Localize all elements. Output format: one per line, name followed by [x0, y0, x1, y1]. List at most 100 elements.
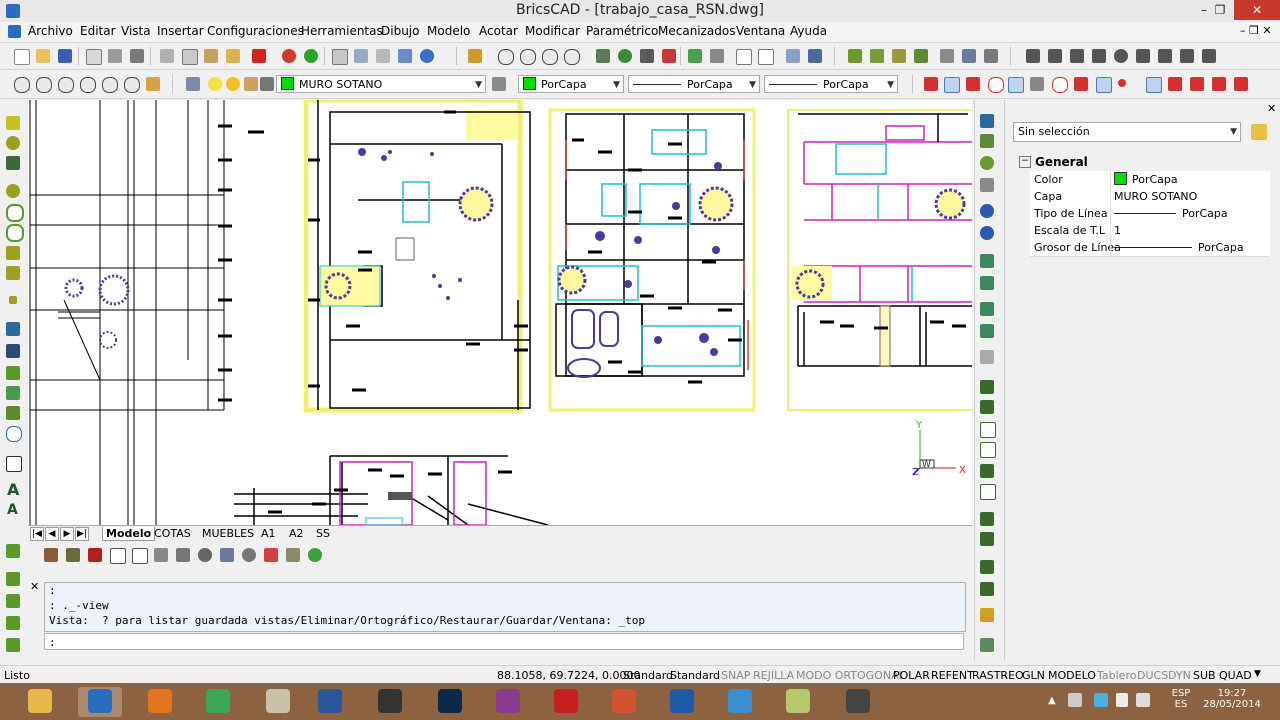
- new-icon[interactable]: [14, 49, 30, 65]
- fillet-2-icon[interactable]: [980, 532, 994, 546]
- collapse-icon[interactable]: −: [1019, 156, 1031, 168]
- array-icon[interactable]: [980, 302, 994, 316]
- array-3d-icon[interactable]: [980, 324, 994, 338]
- layer-previous-icon[interactable]: [492, 77, 506, 91]
- background-icon[interactable]: [308, 548, 322, 562]
- snap-intersection-icon[interactable]: [966, 77, 980, 91]
- move-face-icon[interactable]: [1070, 49, 1084, 63]
- zoom-object-icon[interactable]: [124, 77, 140, 93]
- snap-endpoint-icon[interactable]: [924, 77, 938, 91]
- render-settings-icon[interactable]: [44, 548, 58, 562]
- command-input[interactable]: :: [44, 633, 964, 650]
- status-textstyle[interactable]: Standard: [623, 669, 673, 682]
- rotate-icon[interactable]: [980, 204, 994, 218]
- layer-states-icon[interactable]: [688, 49, 702, 63]
- status-osnap[interactable]: REFENT: [931, 669, 974, 682]
- dim-radius-icon[interactable]: [914, 49, 928, 63]
- circle-icon[interactable]: [6, 204, 24, 222]
- snap-center-icon[interactable]: [988, 77, 1004, 93]
- hidden-icon[interactable]: [132, 548, 148, 564]
- layout-move-icon[interactable]: [6, 616, 20, 630]
- menu-dibujo[interactable]: Dibujo: [381, 24, 419, 38]
- taskbar-app[interactable]: [836, 687, 880, 717]
- snap-node-icon[interactable]: [1118, 79, 1126, 87]
- menu-ayuda[interactable]: Ayuda: [790, 24, 827, 38]
- taskbar-app[interactable]: [486, 687, 530, 717]
- menu-configuraciones[interactable]: Configuraciones: [207, 24, 304, 38]
- snap-quadrant-icon[interactable]: [1074, 77, 1088, 91]
- render-sphere-icon[interactable]: [242, 548, 256, 562]
- snap-insertion-icon[interactable]: [1096, 77, 1112, 93]
- snap-extension-icon[interactable]: [1190, 77, 1204, 91]
- tab-prev-button[interactable]: ◀: [45, 527, 59, 541]
- status-polar[interactable]: POLAR: [893, 669, 930, 682]
- snap-none-icon[interactable]: [1146, 77, 1162, 93]
- scale-icon[interactable]: [980, 350, 994, 364]
- explode-icon[interactable]: [980, 560, 994, 574]
- pen-icon[interactable]: [468, 49, 482, 63]
- polyline-icon[interactable]: [6, 266, 20, 280]
- gouraud-icon[interactable]: [198, 548, 212, 562]
- lineweight-combo[interactable]: PorCapa ▼: [764, 75, 898, 93]
- status-dimstyle[interactable]: Standard: [670, 669, 720, 682]
- menu-parametrico[interactable]: Paramétrico: [586, 24, 658, 38]
- spline-icon[interactable]: [6, 246, 20, 260]
- status-quad[interactable]: QUAD: [1219, 669, 1252, 682]
- menu-herramientas[interactable]: Herramientas: [301, 24, 383, 38]
- undo-icon[interactable]: [282, 49, 296, 63]
- viewport-icon[interactable]: [6, 544, 20, 558]
- zoom-window-icon[interactable]: [520, 49, 536, 65]
- snap-apparent-icon[interactable]: [1212, 77, 1226, 91]
- block-icon[interactable]: [786, 49, 800, 63]
- camera-icon[interactable]: [662, 49, 676, 63]
- render-icon[interactable]: [640, 49, 654, 63]
- menu-modelo[interactable]: Modelo: [427, 24, 470, 38]
- tray-network-icon[interactable]: [1094, 693, 1108, 707]
- tool-palettes-icon[interactable]: [398, 49, 412, 63]
- taskbar-app[interactable]: [308, 687, 352, 717]
- redo-icon[interactable]: [304, 49, 318, 63]
- pan-icon[interactable]: [146, 77, 160, 91]
- mirror-icon[interactable]: [980, 254, 994, 268]
- mtext-icon[interactable]: A: [7, 502, 18, 518]
- donut-icon[interactable]: [6, 224, 24, 242]
- delete-icon[interactable]: [252, 49, 266, 63]
- rectangle-icon[interactable]: [6, 156, 20, 170]
- status-tablet[interactable]: Tablero: [1097, 669, 1136, 682]
- sun-icon[interactable]: [226, 77, 240, 91]
- break-icon[interactable]: [980, 422, 996, 438]
- mirror-3d-icon[interactable]: [980, 276, 994, 290]
- render-cube-icon[interactable]: [88, 548, 102, 562]
- copy-icon[interactable]: [182, 49, 198, 65]
- print-preview-icon[interactable]: [86, 49, 102, 65]
- status-menu-chevron-icon[interactable]: ▼: [1254, 669, 1261, 679]
- push-pull-icon[interactable]: [1026, 49, 1040, 63]
- taskbar-app[interactable]: [660, 687, 704, 717]
- taskbar-app[interactable]: [428, 687, 472, 717]
- view-icon[interactable]: [596, 49, 610, 63]
- paste-icon[interactable]: [204, 49, 218, 63]
- command-close-icon[interactable]: ✕: [30, 580, 39, 593]
- tray-volume-icon[interactable]: [1136, 693, 1150, 707]
- arrow-right-icon[interactable]: [1092, 49, 1106, 63]
- tray-language[interactable]: ESP ES: [1166, 688, 1196, 710]
- arrow-left-icon[interactable]: [1136, 49, 1150, 63]
- viewport-icon[interactable]: [736, 49, 752, 65]
- zoom-in-icon[interactable]: [14, 77, 30, 93]
- dim-angle-icon[interactable]: [892, 49, 906, 63]
- viewport-2-icon[interactable]: [758, 49, 774, 65]
- tab-cotas[interactable]: COTAS: [154, 527, 191, 540]
- cloud-icon[interactable]: [6, 386, 20, 400]
- save-icon[interactable]: [58, 49, 72, 63]
- move-down-icon[interactable]: [1048, 49, 1062, 63]
- taskbar-app[interactable]: [776, 687, 820, 717]
- wireframe-icon[interactable]: [110, 548, 126, 564]
- layout-new-icon[interactable]: [6, 572, 20, 586]
- doc-window-controls[interactable]: – ❐ ✕: [1240, 24, 1272, 37]
- plot-icon[interactable]: [130, 49, 144, 63]
- dim-linear-icon[interactable]: [848, 49, 862, 63]
- open-icon[interactable]: [36, 49, 50, 63]
- match-properties-icon[interactable]: [226, 49, 240, 63]
- taskbar-app[interactable]: [256, 687, 300, 717]
- status-grid[interactable]: REJILLA: [753, 669, 794, 682]
